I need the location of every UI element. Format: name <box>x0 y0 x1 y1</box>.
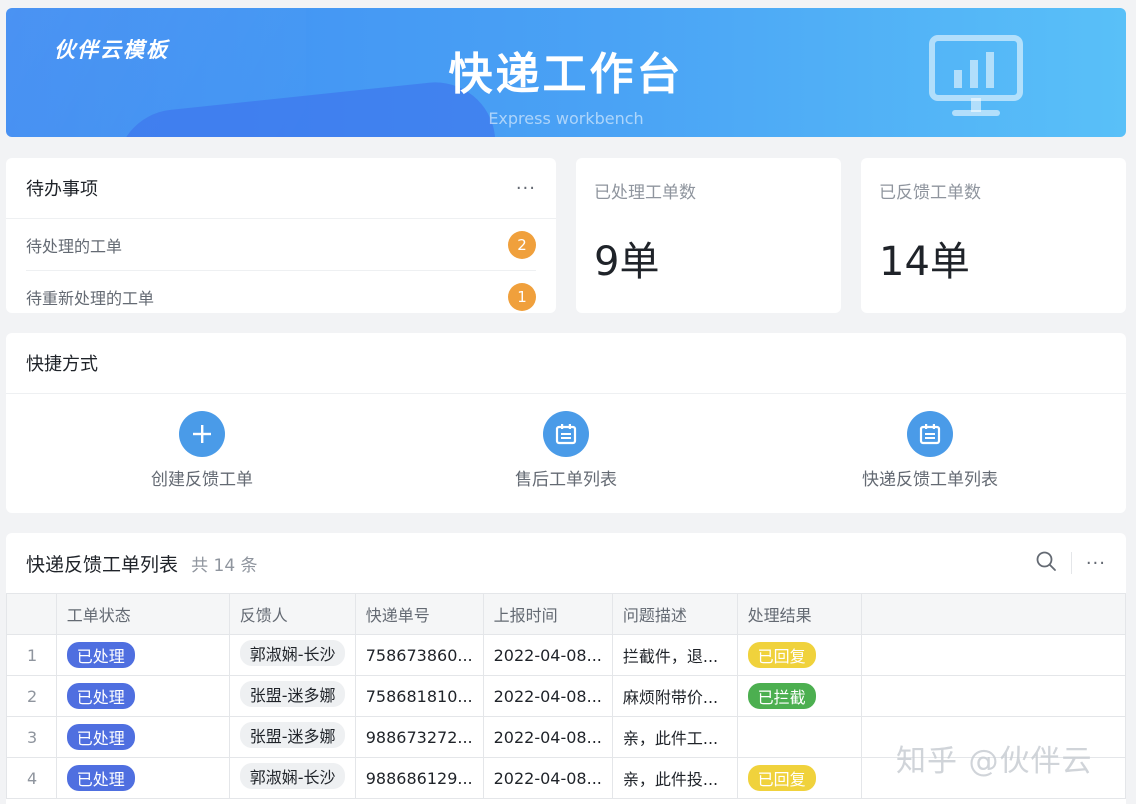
stat-card-feedback: 已反馈工单数 14单 <box>861 158 1126 313</box>
search-icon[interactable] <box>1035 550 1057 576</box>
col-empty <box>860 593 1127 635</box>
cell-time: 2022-04-08... <box>482 634 613 676</box>
cell-person: 郭淑娴-长沙 <box>228 757 356 799</box>
shortcut-label: 快递反馈工单列表 <box>862 470 998 490</box>
row-index: 2 <box>6 675 57 717</box>
cell-empty <box>860 634 1127 676</box>
col-status[interactable]: 工单状态 <box>55 593 230 635</box>
table-row[interactable]: 1 已处理 郭淑娴-长沙 758673860... 2022-04-08... … <box>6 634 1127 676</box>
table-header-bar: 快递反馈工单列表 共 14 条 ··· <box>6 533 1126 593</box>
cell-desc: 亲，此件投... <box>611 757 738 799</box>
tool-divider <box>1070 552 1072 574</box>
col-time[interactable]: 上报时间 <box>482 593 613 635</box>
calendar-icon <box>543 411 589 457</box>
cell-desc: 麻烦附带价... <box>611 675 738 717</box>
todo-card: 待办事项 ··· 待处理的工单 2 待重新处理的工单 1 <box>6 158 556 313</box>
cell-result <box>736 716 862 758</box>
shortcut-aftersales-list[interactable]: 售后工单列表 <box>466 411 666 490</box>
col-index <box>6 593 57 635</box>
cell-tracking: 758681810... <box>354 675 484 717</box>
watermark: 知乎 @伙伴云 <box>896 744 1093 779</box>
header-banner: 伙伴云模板 快递工作台 Express workbench <box>6 8 1126 137</box>
stat-label: 已反馈工单数 <box>879 183 981 203</box>
status-tag: 已处理 <box>66 724 135 750</box>
shortcuts-title: 快捷方式 <box>26 354 98 375</box>
status-tag: 已处理 <box>66 642 135 668</box>
monitor-chart-icon <box>928 34 1028 128</box>
cell-tracking: 758673860... <box>354 634 484 676</box>
todo-item-label: 待重新处理的工单 <box>26 288 155 308</box>
cell-time: 2022-04-08... <box>482 757 613 799</box>
result-tag: 已拦截 <box>747 683 816 709</box>
cell-desc: 拦截件，退... <box>611 634 738 676</box>
cell-status: 已处理 <box>55 757 230 799</box>
todo-item-label: 待处理的工单 <box>26 236 123 256</box>
person-tag: 张盟-迷多娜 <box>239 681 345 707</box>
table-title-group: 快递反馈工单列表 共 14 条 <box>26 550 258 577</box>
stat-label: 已处理工单数 <box>594 183 696 203</box>
table-count: 共 14 条 <box>191 555 258 576</box>
person-tag: 郭淑娴-长沙 <box>239 640 345 666</box>
table-row[interactable]: 2 已处理 张盟-迷多娜 758681810... 2022-04-08... … <box>6 675 1127 717</box>
cell-result: 已回复 <box>736 634 862 676</box>
result-tag: 已回复 <box>747 765 816 791</box>
cell-person: 张盟-迷多娜 <box>228 716 356 758</box>
col-tracking[interactable]: 快递单号 <box>354 593 484 635</box>
cell-tracking: 988673272... <box>354 716 484 758</box>
cell-time: 2022-04-08... <box>482 716 613 758</box>
table-more-icon[interactable]: ··· <box>1086 553 1106 574</box>
cell-result: 已回复 <box>736 757 862 799</box>
status-tag: 已处理 <box>66 683 135 709</box>
todo-header: 待办事项 ··· <box>6 158 556 219</box>
todo-count-badge: 2 <box>508 230 536 259</box>
stat-card-processed: 已处理工单数 9单 <box>576 158 841 313</box>
cell-person: 张盟-迷多娜 <box>228 675 356 717</box>
cell-status: 已处理 <box>55 675 230 717</box>
col-desc[interactable]: 问题描述 <box>611 593 738 635</box>
table-tools: ··· <box>1035 550 1106 576</box>
todo-item-reprocess[interactable]: 待重新处理的工单 1 <box>26 271 536 313</box>
row-index: 1 <box>6 634 57 676</box>
shortcuts-header: 快捷方式 <box>6 333 1126 394</box>
todo-count-badge: 1 <box>508 282 536 311</box>
col-person[interactable]: 反馈人 <box>228 593 356 635</box>
row-index: 3 <box>6 716 57 758</box>
cell-person: 郭淑娴-长沙 <box>228 634 356 676</box>
person-tag: 张盟-迷多娜 <box>239 722 345 748</box>
cell-status: 已处理 <box>55 634 230 676</box>
cell-status: 已处理 <box>55 716 230 758</box>
shortcut-label: 创建反馈工单 <box>151 470 253 490</box>
calendar-icon <box>907 411 953 457</box>
cell-desc: 亲，此件工... <box>611 716 738 758</box>
shortcut-label: 售后工单列表 <box>515 470 617 490</box>
col-result[interactable]: 处理结果 <box>736 593 862 635</box>
result-tag: 已回复 <box>747 642 816 668</box>
stat-value: 14单 <box>879 239 970 285</box>
cell-time: 2022-04-08... <box>482 675 613 717</box>
todo-item-pending[interactable]: 待处理的工单 2 <box>26 219 536 271</box>
table-title: 快递反馈工单列表 <box>26 553 179 576</box>
shortcut-create-feedback[interactable]: 创建反馈工单 <box>102 411 302 490</box>
shortcut-express-feedback-list[interactable]: 快递反馈工单列表 <box>830 411 1030 490</box>
cell-tracking: 988686129... <box>354 757 484 799</box>
row-index: 4 <box>6 757 57 799</box>
todo-more-icon[interactable]: ··· <box>516 178 536 199</box>
todo-title: 待办事项 <box>26 179 98 200</box>
plus-icon <box>179 411 225 457</box>
cell-empty <box>860 675 1127 717</box>
cell-result: 已拦截 <box>736 675 862 717</box>
status-tag: 已处理 <box>66 765 135 791</box>
stat-value: 9单 <box>594 239 660 285</box>
person-tag: 郭淑娴-长沙 <box>239 763 345 789</box>
table-header-row: 工单状态 反馈人 快递单号 上报时间 问题描述 处理结果 <box>6 593 1127 635</box>
shortcuts-card: 快捷方式 创建反馈工单 售后工单列表 快递反馈工单列表 <box>6 333 1126 513</box>
